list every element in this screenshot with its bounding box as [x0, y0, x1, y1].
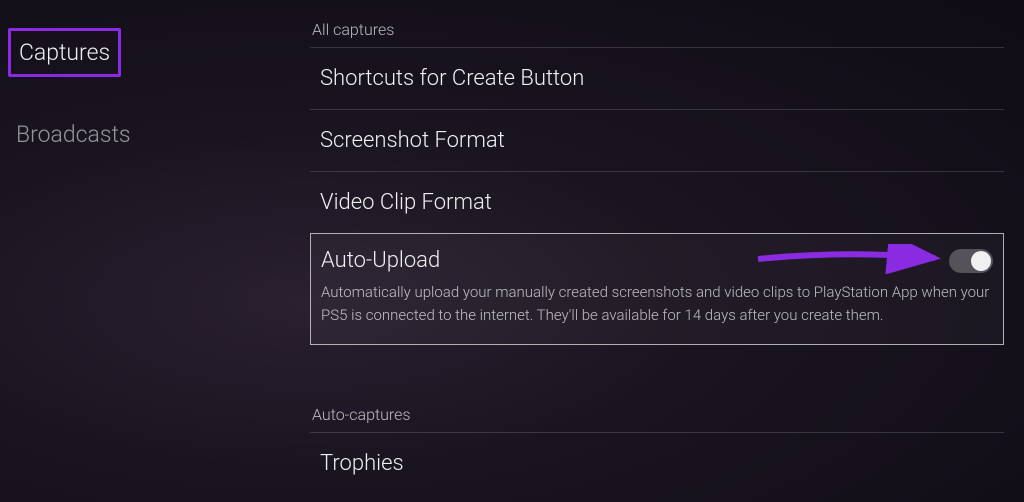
menu-item-title: Video Clip Format — [320, 190, 994, 215]
auto-upload-toggle[interactable] — [949, 249, 993, 273]
sidebar-item-label: Captures — [19, 39, 110, 66]
sidebar-item-broadcasts[interactable]: Broadcasts — [8, 113, 139, 156]
menu-item-trophies[interactable]: Trophies — [310, 432, 1004, 494]
menu-item-title: Auto-Upload — [321, 248, 440, 273]
toggle-knob — [971, 251, 991, 271]
menu-item-video-clip-format[interactable]: Video Clip Format — [310, 171, 1004, 233]
toggle-row: Auto-Upload — [321, 248, 993, 273]
menu-item-title: Screenshot Format — [320, 128, 994, 153]
menu-item-auto-upload[interactable]: Auto-Upload Automatically upload your ma… — [310, 233, 1004, 345]
section-header-auto-captures: Auto-captures — [310, 405, 1004, 424]
sidebar-item-captures[interactable]: Captures — [8, 28, 121, 77]
menu-item-title: Trophies — [320, 451, 994, 476]
section-header-all-captures: All captures — [310, 20, 1004, 39]
menu-item-description: Automatically upload your manually creat… — [321, 281, 993, 326]
menu-item-shortcuts-create-button[interactable]: Shortcuts for Create Button — [310, 47, 1004, 109]
menu-item-screenshot-format[interactable]: Screenshot Format — [310, 109, 1004, 171]
sidebar: Captures Broadcasts — [0, 0, 310, 502]
main-panel: All captures Shortcuts for Create Button… — [310, 0, 1024, 502]
menu-item-title: Shortcuts for Create Button — [320, 66, 994, 91]
sidebar-item-label: Broadcasts — [16, 121, 131, 148]
